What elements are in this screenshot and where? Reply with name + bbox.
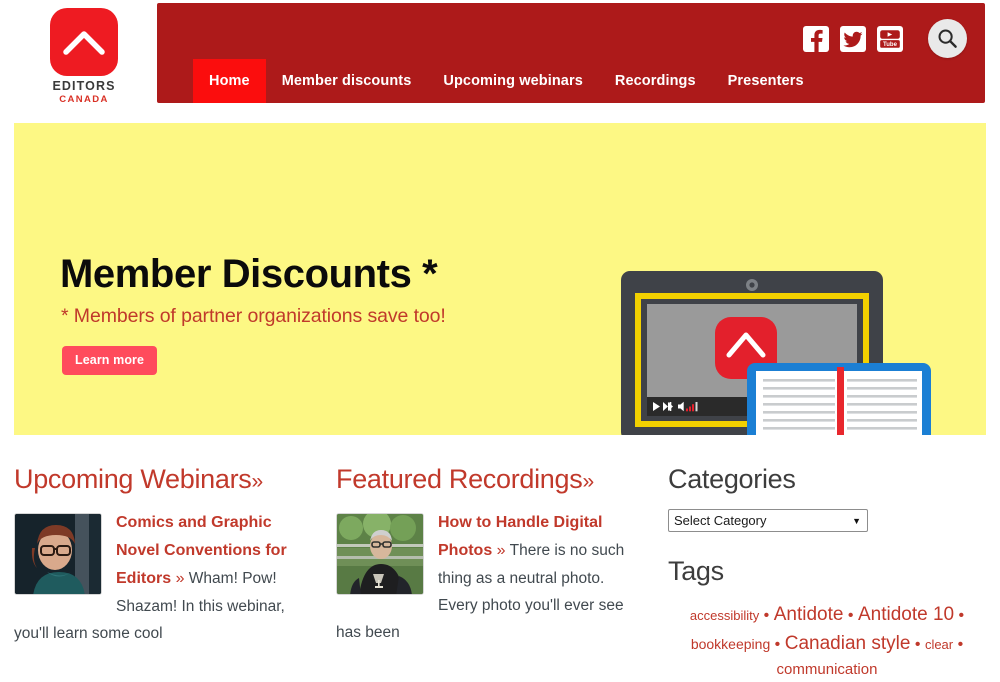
tag-separator: • xyxy=(843,607,858,625)
tag-separator: • xyxy=(953,635,964,653)
nav-item-upcoming-webinars[interactable]: Upcoming webinars xyxy=(427,59,598,103)
upcoming-webinar-thumbnail[interactable] xyxy=(14,513,102,596)
learn-more-button[interactable]: Learn more xyxy=(62,346,158,375)
column-featured-recordings: Featured Recordings» How to Handle Digit… xyxy=(336,464,658,682)
nav-item-home[interactable]: Home xyxy=(193,59,266,103)
tag-cloud: accessibility • Antidote • Antidote 10 •… xyxy=(668,601,986,682)
featured-recordings-heading[interactable]: Featured Recordings» xyxy=(336,464,636,495)
svg-text:Tube: Tube xyxy=(883,41,898,47)
upcoming-webinars-heading-text: Upcoming Webinars xyxy=(14,464,252,494)
chevron-right-icon: » xyxy=(251,470,264,493)
featured-recording-item: How to Handle Digital Photos » There is … xyxy=(336,509,636,646)
search-icon xyxy=(938,29,957,48)
chevron-right-icon: » xyxy=(496,542,506,560)
logo-tile xyxy=(50,8,118,76)
presenter-photo-image xyxy=(337,514,423,595)
hero-banner: Member Discounts * * Members of partner … xyxy=(14,123,986,435)
category-select[interactable]: Select Category xyxy=(668,509,868,533)
tag-link[interactable]: accessibility xyxy=(690,608,759,623)
twitter-icon[interactable] xyxy=(840,25,866,52)
nav-item-recordings[interactable]: Recordings xyxy=(599,59,712,103)
tag-link[interactable]: Canadian style xyxy=(785,633,911,654)
social-links: Tube xyxy=(803,19,967,58)
tag-separator: • xyxy=(770,635,785,653)
tags-heading: Tags xyxy=(668,556,724,587)
content-columns: Upcoming Webinars» Comics and Graphic No… xyxy=(14,464,986,682)
upcoming-webinars-heading[interactable]: Upcoming Webinars» xyxy=(14,464,314,495)
hero-text-block: Member Discounts * * Members of partner … xyxy=(60,253,560,375)
nav-item-member-discounts[interactable]: Member discounts xyxy=(266,59,428,103)
site-header: EDITORS CANADA Tube Home Member discount… xyxy=(0,0,1000,105)
featured-recordings-heading-text: Featured Recordings xyxy=(336,464,583,494)
tag-separator: • xyxy=(954,607,965,625)
tag-link[interactable]: clear xyxy=(925,637,953,652)
hero-subtitle: * Members of partner organizations save … xyxy=(61,305,446,327)
hero-illustration xyxy=(569,263,969,435)
tag-link[interactable]: Antidote xyxy=(774,604,844,625)
presenter-portrait-image xyxy=(15,514,101,595)
tag-separator: • xyxy=(910,635,925,653)
tag-link[interactable]: communication xyxy=(777,661,878,678)
tag-separator: • xyxy=(759,607,774,625)
nav-item-presenters[interactable]: Presenters xyxy=(712,59,820,103)
youtube-icon[interactable]: Tube xyxy=(877,25,903,52)
chevron-up-icon xyxy=(63,31,105,55)
upcoming-webinar-item: Comics and Graphic Novel Conventions for… xyxy=(14,509,314,647)
column-upcoming-webinars: Upcoming Webinars» Comics and Graphic No… xyxy=(14,464,336,682)
tag-link[interactable]: bookkeeping xyxy=(691,636,770,652)
laptop-book-illustration xyxy=(621,271,931,435)
column-sidebar: Categories Select Category ▼ Tags access… xyxy=(658,464,986,682)
navigation-bar: Tube Home Member discounts Upcoming webi… xyxy=(157,3,985,103)
categories-heading: Categories xyxy=(668,464,796,494)
search-button[interactable] xyxy=(928,19,967,58)
featured-recording-thumbnail[interactable] xyxy=(336,513,424,596)
hero-title: Member Discounts * xyxy=(60,252,438,296)
logo-canada-text: CANADA xyxy=(59,93,109,105)
logo-editors-text: EDITORS xyxy=(52,79,116,93)
tag-link[interactable]: Antidote 10 xyxy=(858,604,954,625)
main-menu: Home Member discounts Upcoming webinars … xyxy=(193,59,820,103)
chevron-right-icon: » xyxy=(175,570,185,588)
site-logo[interactable]: EDITORS CANADA xyxy=(47,8,121,105)
category-select-wrapper: Select Category ▼ xyxy=(668,509,868,533)
chevron-right-icon: » xyxy=(582,470,594,493)
facebook-icon[interactable] xyxy=(803,25,829,52)
